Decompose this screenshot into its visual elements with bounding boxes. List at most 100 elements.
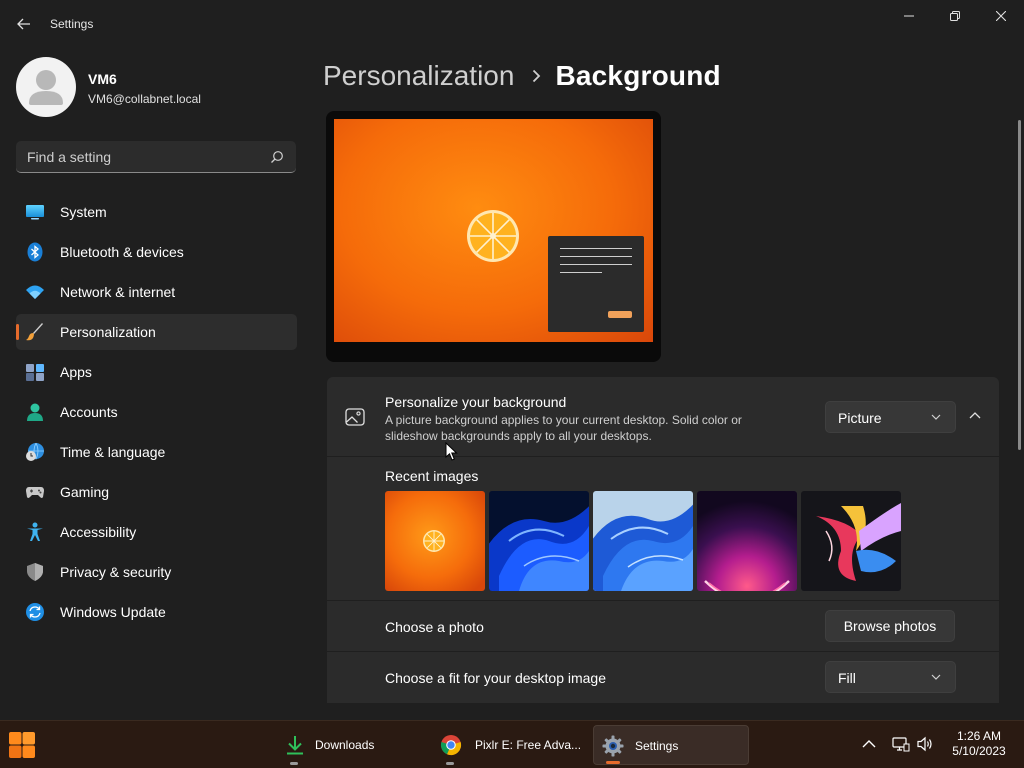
recent-image-purple-glow[interactable] [697,491,797,591]
maximize-button[interactable] [932,4,978,28]
search-box [16,141,296,173]
chevron-up-icon[interactable] [860,735,878,753]
sidebar-item-system[interactable]: System [16,194,297,230]
recent-images-label: Recent images [385,468,479,484]
choose-photo-row: Choose a photo Browse photos [327,601,999,651]
search-icon[interactable] [270,150,284,164]
taskbar-app-downloads[interactable]: Downloads [276,725,426,765]
network-icon[interactable] [892,735,910,753]
desktop-preview [326,111,661,362]
person-icon [27,403,43,421]
wifi-icon [26,285,44,299]
orange-slice-icon [467,210,519,262]
globe-clock-icon [26,442,44,461]
preview-sample-window [548,236,644,332]
preview-text-line [560,264,632,265]
clock-date: 5/10/2023 [952,744,1006,758]
sidebar-item-label: Privacy & security [60,564,172,580]
sidebar-item-label: Bluetooth & devices [60,244,184,260]
user-email: VM6@collabnet.local [88,92,201,106]
recent-images-section: Recent images [327,457,999,600]
title-bar: Settings [0,0,1024,48]
sidebar-item-windows-update[interactable]: Windows Update [16,594,297,630]
start-button[interactable] [4,727,40,763]
chevron-down-icon [931,674,941,680]
fit-dropdown[interactable]: Fill [825,661,956,693]
sidebar-item-network[interactable]: Network & internet [16,274,297,310]
choose-fit-label: Choose a fit for your desktop image [385,670,607,686]
minimize-icon [904,15,914,17]
preview-wallpaper [334,119,653,342]
avatar [16,57,76,117]
system-clock[interactable]: 1:26 AM 5/10/2023 [944,729,1014,759]
back-button[interactable] [10,10,38,38]
background-type-value: Picture [838,410,882,426]
sidebar-item-label: Apps [60,364,92,380]
preview-text-line [560,248,632,249]
taskbar-app-pixlr[interactable]: Pixlr E: Free Adva... [432,725,588,765]
chrome-icon [440,735,462,756]
windows-logo-icon [9,732,35,758]
chevron-up-icon [969,412,981,419]
collapse-button[interactable] [961,401,989,429]
sidebar-item-time-language[interactable]: Time & language [16,434,297,470]
recent-images-list [385,491,901,591]
recent-image-blue-bloom-dark[interactable] [489,491,589,591]
taskbar-active-indicator [606,761,620,764]
preview-text-line [560,256,632,257]
chevron-down-icon [931,414,941,420]
restore-icon [950,11,960,21]
taskbar-app-label: Settings [635,739,679,753]
sidebar-item-bluetooth[interactable]: Bluetooth & devices [16,234,297,270]
choose-fit-row: Choose a fit for your desktop image Fill [327,652,999,703]
search-input[interactable] [16,141,266,172]
user-profile[interactable]: VM6 VM6@collabnet.local [16,57,306,117]
sidebar-item-privacy-security[interactable]: Privacy & security [16,554,297,590]
minimize-button[interactable] [886,4,932,28]
accessibility-icon [27,522,43,541]
scrollbar-thumb[interactable] [1018,120,1021,450]
chevron-right-icon [532,69,541,83]
recent-image-blue-bloom-light[interactable] [593,491,693,591]
app-title: Settings [50,17,94,31]
sidebar-item-personalization[interactable]: Personalization [16,314,297,350]
settings-gear-icon [602,735,624,757]
background-type-dropdown[interactable]: Picture [825,401,956,433]
breadcrumb: Personalization Background [323,58,721,94]
page-title: Background [555,60,721,91]
mouse-cursor-icon [445,442,458,461]
gamepad-icon [26,487,44,498]
sidebar-item-label: Windows Update [60,604,166,620]
sidebar-item-accounts[interactable]: Accounts [16,394,297,430]
taskbar-app-settings[interactable]: Settings [593,725,749,765]
taskbar-running-indicator [446,762,454,765]
choose-photo-label: Choose a photo [385,619,484,635]
breadcrumb-parent[interactable]: Personalization [323,60,514,92]
sidebar-item-label: Time & language [60,444,166,460]
sidebar-item-apps[interactable]: Apps [16,354,297,390]
system-icon [26,205,44,220]
taskbar-app-label: Downloads [315,738,375,752]
personalize-background-card: Personalize your background A picture ba… [327,377,999,456]
sidebar-item-label: System [60,204,107,220]
download-icon [287,736,303,755]
update-icon [26,603,44,621]
sidebar-item-accessibility[interactable]: Accessibility [16,514,297,550]
sidebar-item-label: Gaming [60,484,110,500]
sidebar-item-gaming[interactable]: Gaming [16,474,297,510]
user-avatar-icon [29,70,63,105]
sidebar-item-label: Accessibility [60,524,137,540]
sidebar-nav: System Bluetooth & devices Network & int… [16,194,297,634]
recent-image-colorful-ribbon[interactable] [801,491,901,591]
personalize-background-description: A picture background applies to your cur… [385,413,742,443]
close-button[interactable] [978,4,1024,28]
clock-time: 1:26 AM [956,729,1002,743]
fit-value: Fill [838,670,856,686]
paintbrush-icon [26,323,43,341]
browse-photos-button[interactable]: Browse photos [825,610,955,642]
recent-image-orange[interactable] [385,491,485,591]
volume-icon[interactable] [916,735,934,753]
apps-icon [26,364,44,381]
sidebar-item-label: Accounts [60,404,118,420]
taskbar-app-label: Pixlr E: Free Adva... [475,738,582,752]
